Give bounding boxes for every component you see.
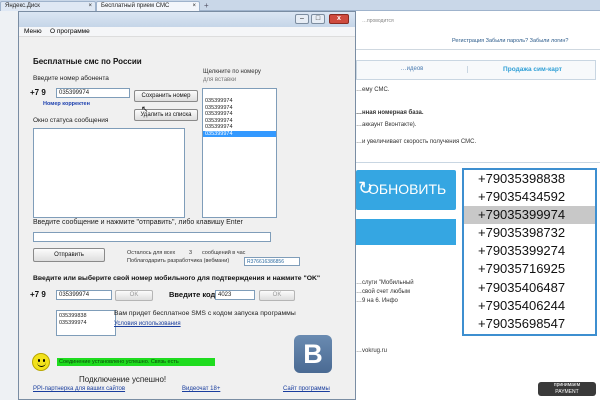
- menu-item-about[interactable]: О программе: [50, 28, 90, 35]
- website-text-line: …аккаунт Вконтакте).: [356, 122, 417, 128]
- phone-number-item[interactable]: +79035398732: [464, 224, 595, 242]
- smiley-icon: [32, 353, 50, 371]
- sms-app-window: – □ x Меню О программе Бесплатные смс по…: [18, 11, 356, 400]
- phone-number-item-selected[interactable]: +79035399974: [464, 206, 595, 225]
- connection-status: Соединение установлено успешно. Связь ес…: [57, 358, 215, 366]
- remaining-count: 3: [189, 250, 193, 256]
- website-sms-text: …слуги "Мобильный …свой счет любым …9 на…: [356, 279, 414, 306]
- success-message: Подключение успешно!: [79, 375, 167, 384]
- list-item-selected[interactable]: 035399974: [203, 130, 276, 137]
- browser-tab-sms[interactable]: Бесплатный прием СМС ×: [96, 1, 200, 11]
- page-title: Бесплатные смс по России: [33, 57, 142, 66]
- website-tab-sim-sale[interactable]: Продажа сим-карт: [467, 66, 597, 73]
- refresh-button-label: ОБНОВИТЬ: [368, 181, 447, 197]
- website-text-line: …и увеличивает скорость получения СМС.: [356, 139, 477, 145]
- webmoney-wallet-field[interactable]: R376616386856: [244, 257, 300, 266]
- new-tab-icon[interactable]: +: [204, 1, 209, 10]
- per-hour-label: сообщений в час: [202, 250, 246, 256]
- confirm-heading: Введите или выберите свой номер мобильно…: [33, 275, 321, 282]
- confirm-number-input[interactable]: 035399974: [56, 290, 112, 300]
- code-label: Введите код: [169, 290, 216, 299]
- number-valid-status: Номер корректен: [43, 101, 90, 107]
- website-text-line: …ему СМС.: [356, 87, 390, 93]
- window-titlebar[interactable]: – □ x: [19, 12, 355, 27]
- website-vokrug-link[interactable]: …vokrug.ru: [356, 348, 387, 354]
- menu-item-menu[interactable]: Меню: [24, 28, 42, 35]
- browser-tab-yandex-disk[interactable]: Яндекс.Диск ×: [0, 1, 96, 11]
- status-window-label: Окно статуса сообщения: [33, 117, 109, 124]
- mini-number-list[interactable]: 035399838 035399974: [56, 310, 116, 336]
- phone-number-item[interactable]: +79035698547: [464, 315, 595, 333]
- confirm-country-code: +7 9: [30, 290, 46, 299]
- list-item[interactable]: 035399974: [57, 320, 115, 327]
- remaining-label: Осталось для всех: [127, 250, 176, 256]
- close-icon[interactable]: ×: [192, 3, 196, 9]
- save-number-button[interactable]: Сохранить номер: [134, 90, 198, 102]
- send-button[interactable]: Отправить: [33, 248, 105, 262]
- videochat-link[interactable]: Видеочат 18+: [182, 386, 220, 392]
- website-left-strip: [0, 11, 18, 400]
- message-status-box: [33, 128, 185, 218]
- ok-button[interactable]: OK: [115, 290, 153, 301]
- country-code: +7 9: [30, 88, 46, 97]
- phone-number-input[interactable]: 035399974: [56, 88, 130, 98]
- close-button[interactable]: x: [329, 14, 349, 24]
- ppi-partner-link[interactable]: PPI-партнерка для ваших сайтов: [33, 386, 125, 392]
- tab-label: Яндекс.Диск: [5, 3, 40, 9]
- website-auth-links[interactable]: Регистрация Забыли пароль? Забыли логин?: [452, 38, 568, 44]
- mouse-cursor-icon: ↖: [141, 104, 149, 114]
- phone-number-item[interactable]: +79035406244: [464, 297, 595, 315]
- refresh-button[interactable]: ↻ ОБНОВИТЬ: [356, 170, 456, 210]
- saved-numbers-list[interactable]: 035399974 035399974 035399974 035399974 …: [202, 88, 277, 218]
- message-label: Введите сообщение и нажмите "отправить",…: [33, 219, 243, 226]
- vk-logo-icon[interactable]: B: [294, 335, 332, 373]
- code-input[interactable]: 4023: [215, 290, 255, 300]
- payment-watermark: принимаем PAYMENT: [538, 382, 596, 396]
- phone-number-item[interactable]: +79035434592: [464, 188, 595, 206]
- thank-developer-label: Поблагодарить разработчика (вебмани): [127, 258, 230, 264]
- click-number-label: Щелкните по номеру: [203, 69, 261, 75]
- program-site-link[interactable]: Сайт программы: [283, 386, 330, 392]
- menu-bar: Меню О программе: [19, 27, 355, 37]
- website-tabs: …идеов Продажа сим-карт: [356, 60, 596, 80]
- minimize-button[interactable]: –: [295, 14, 309, 24]
- website-text-line: …слуги "Мобильный: [356, 280, 414, 286]
- ok-code-button[interactable]: OK: [259, 290, 295, 301]
- website-divider: [356, 49, 600, 50]
- website-top-note: …проводится: [362, 18, 394, 24]
- tab-label: Бесплатный прием СМС: [101, 3, 170, 9]
- phone-number-list: +79035398838 +79035434592 +79035399974 +…: [462, 168, 597, 336]
- maximize-button[interactable]: □: [311, 14, 325, 24]
- enter-number-label: Введите номер абонента: [33, 75, 109, 82]
- phone-number-item[interactable]: +79035398838: [464, 170, 595, 188]
- close-icon[interactable]: ×: [88, 3, 92, 9]
- sms-code-note: Вам придет бесплатное SMS с кодом запуск…: [114, 310, 296, 317]
- website-divider: [356, 162, 600, 163]
- message-input[interactable]: [33, 232, 271, 242]
- website-blue-band: [356, 219, 456, 245]
- phone-number-item[interactable]: +79035406487: [464, 279, 595, 297]
- website-text-line: …нная номерная база.: [356, 110, 424, 116]
- browser-tab-bar: Яндекс.Диск × Бесплатный прием СМС × +: [0, 0, 600, 11]
- terms-link[interactable]: Условия использования: [114, 321, 181, 327]
- website-text-line: …свой счет любым: [356, 289, 410, 295]
- website-text-line: …9 на 6. Инфо: [356, 298, 398, 304]
- phone-number-item[interactable]: +79035716925: [464, 260, 595, 278]
- website-tab-videos[interactable]: …идеов: [357, 66, 467, 72]
- phone-number-item[interactable]: +79035399274: [464, 242, 595, 260]
- for-insert-label: для вставки: [203, 77, 237, 83]
